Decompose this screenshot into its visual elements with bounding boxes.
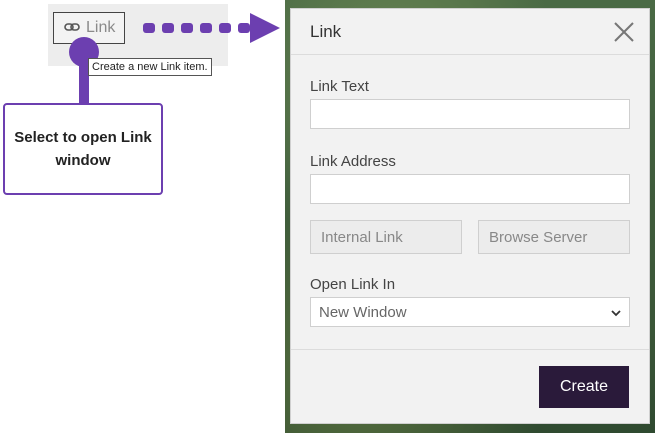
open-link-in-select[interactable]: New Window <box>310 297 630 327</box>
open-link-in-value: New Window <box>319 303 407 321</box>
instruction-callout: Select to open Link window <box>3 103 163 195</box>
dialog-footer: Create <box>291 349 649 423</box>
link-source-buttons: Internal Link Browse Server <box>310 220 630 254</box>
callout-text: Select to open Link window <box>14 129 152 169</box>
link-button-label: Link <box>86 19 116 36</box>
link-address-label: Link Address <box>310 153 396 170</box>
create-button[interactable]: Create <box>539 366 629 408</box>
internal-link-button[interactable]: Internal Link <box>310 220 462 254</box>
link-dialog: Link Link Text Link Address Internal Lin… <box>290 8 650 424</box>
dialog-header: Link <box>291 9 649 55</box>
open-link-in-label: Open Link In <box>310 276 396 293</box>
link-text-input[interactable] <box>310 99 630 129</box>
dialog-title: Link <box>310 21 342 41</box>
link-text-label: Link Text <box>310 78 369 95</box>
browse-server-button[interactable]: Browse Server <box>478 220 630 254</box>
link-tooltip: Create a new Link item. <box>88 58 212 76</box>
close-icon[interactable] <box>613 21 635 43</box>
dialog-body: Link Text Link Address Internal Link Bro… <box>291 78 649 327</box>
dashed-arrow-icon <box>143 13 280 43</box>
chevron-down-icon <box>611 304 621 321</box>
link-address-input[interactable] <box>310 174 630 204</box>
link-icon <box>64 19 80 37</box>
